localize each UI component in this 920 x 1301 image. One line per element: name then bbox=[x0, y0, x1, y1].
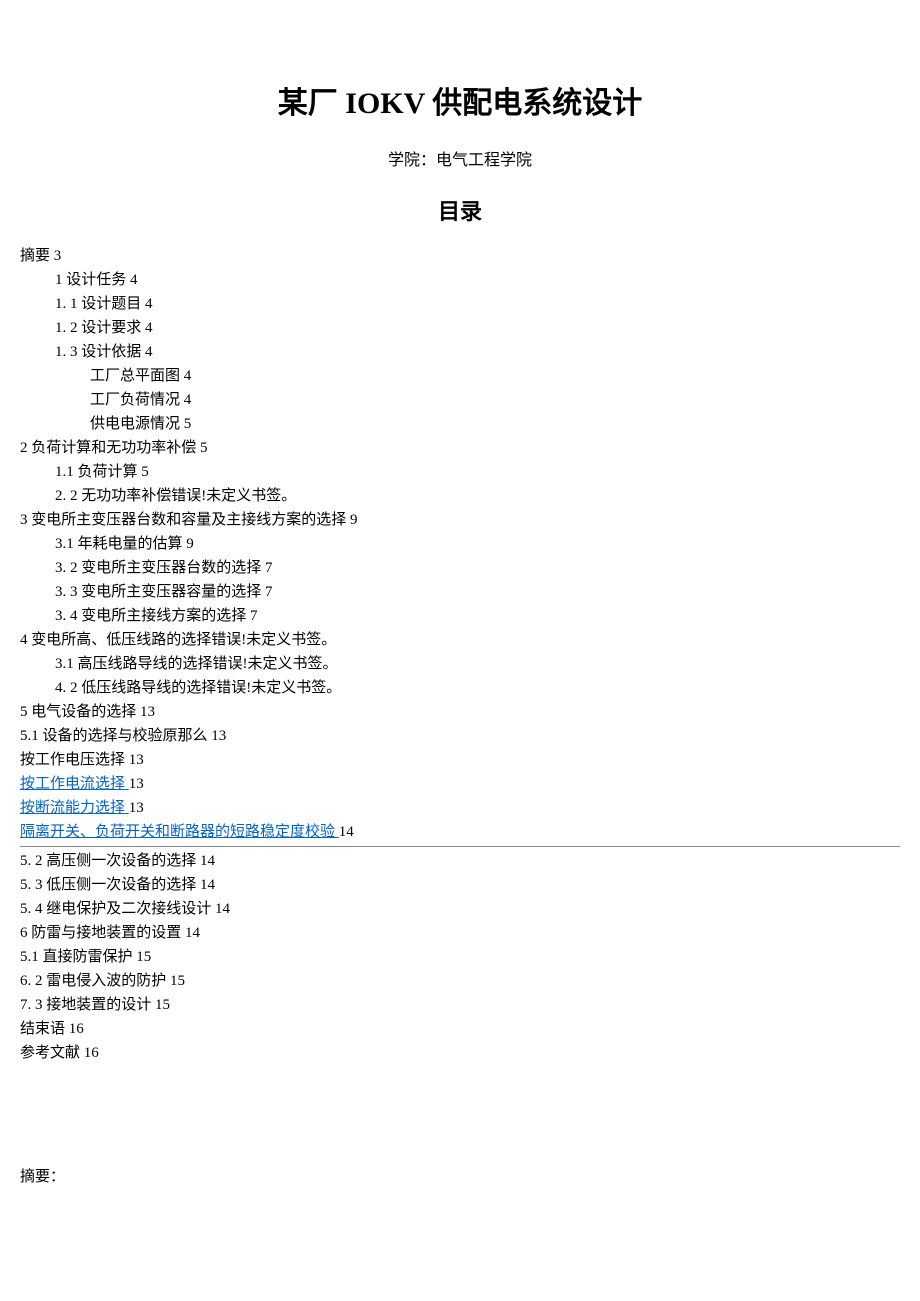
toc-entry: 1.1 负荷计算 5 bbox=[55, 460, 900, 484]
toc-page-number: 14 bbox=[339, 824, 354, 840]
toc-entry: 6. 2 雷电侵入波的防护 15 bbox=[20, 969, 900, 993]
toc-entry: 3. 3 变电所主变压器容量的选择 7 bbox=[55, 580, 900, 604]
toc-entry: 5 电气设备的选择 13 bbox=[20, 700, 900, 724]
toc-entry: 1. 2 设计要求 4 bbox=[55, 316, 900, 340]
toc-page-number: 13 bbox=[129, 776, 144, 792]
toc-entry: 5. 3 低压侧一次设备的选择 14 bbox=[20, 873, 900, 897]
toc-entry: 1. 3 设计依据 4 bbox=[55, 340, 900, 364]
toc-link[interactable]: 隔离开关、负荷开关和断路器的短路稳定度校验 bbox=[20, 824, 339, 840]
toc-entry: 5. 2 高压侧一次设备的选择 14 bbox=[20, 849, 900, 873]
document-subtitle: 学院：电气工程学院 bbox=[20, 148, 900, 174]
toc-entry: 供电电源情况 5 bbox=[90, 412, 900, 436]
toc-entry: 3 变电所主变压器台数和容量及主接线方案的选择 9 bbox=[20, 508, 900, 532]
toc-entry: 结束语 16 bbox=[20, 1017, 900, 1041]
toc-entry: 1. 1 设计题目 4 bbox=[55, 292, 900, 316]
toc-entry: 工厂负荷情况 4 bbox=[90, 388, 900, 412]
toc-entry: 摘要 3 bbox=[20, 244, 900, 268]
toc-entry: 隔离开关、负荷开关和断路器的短路稳定度校验 14 bbox=[20, 820, 900, 844]
toc-page-number: 13 bbox=[129, 800, 144, 816]
toc-entry: 1 设计任务 4 bbox=[55, 268, 900, 292]
toc-entry: 4. 2 低压线路导线的选择错误!未定义书签。 bbox=[55, 676, 900, 700]
toc-link[interactable]: 按工作电流选择 bbox=[20, 776, 129, 792]
toc-list-after: 5. 2 高压侧一次设备的选择 145. 3 低压侧一次设备的选择 145. 4… bbox=[20, 849, 900, 1065]
toc-entry: 2 负荷计算和无功功率补偿 5 bbox=[20, 436, 900, 460]
abstract-heading: 摘要： bbox=[20, 1165, 900, 1189]
toc-entry: 5.1 直接防雷保护 15 bbox=[20, 945, 900, 969]
divider bbox=[20, 846, 900, 847]
toc-entry: 参考文献 16 bbox=[20, 1041, 900, 1065]
toc-link[interactable]: 按断流能力选择 bbox=[20, 800, 129, 816]
toc-entry: 5. 4 继电保护及二次接线设计 14 bbox=[20, 897, 900, 921]
toc-entry: 4 变电所高、低压线路的选择错误!未定义书签。 bbox=[20, 628, 900, 652]
document-title: 某厂 IOKV 供配电系统设计 bbox=[20, 80, 900, 128]
toc-entry: 3.1 年耗电量的估算 9 bbox=[55, 532, 900, 556]
toc-entry: 按工作电压选择 13 bbox=[20, 748, 900, 772]
toc-entry: 工厂总平面图 4 bbox=[90, 364, 900, 388]
toc-entry: 6 防雷与接地装置的设置 14 bbox=[20, 921, 900, 945]
toc-entry: 2. 2 无功功率补偿错误!未定义书签。 bbox=[55, 484, 900, 508]
toc-entry: 3. 4 变电所主接线方案的选择 7 bbox=[55, 604, 900, 628]
toc-heading: 目录 bbox=[20, 194, 900, 229]
toc-list: 摘要 31 设计任务 41. 1 设计题目 41. 2 设计要求 41. 3 设… bbox=[20, 244, 900, 844]
toc-entry: 按断流能力选择 13 bbox=[20, 796, 900, 820]
toc-entry: 3.1 高压线路导线的选择错误!未定义书签。 bbox=[55, 652, 900, 676]
toc-entry: 7. 3 接地装置的设计 15 bbox=[20, 993, 900, 1017]
toc-entry: 3. 2 变电所主变压器台数的选择 7 bbox=[55, 556, 900, 580]
toc-entry: 按工作电流选择 13 bbox=[20, 772, 900, 796]
toc-entry: 5.1 设备的选择与校验原那么 13 bbox=[20, 724, 900, 748]
